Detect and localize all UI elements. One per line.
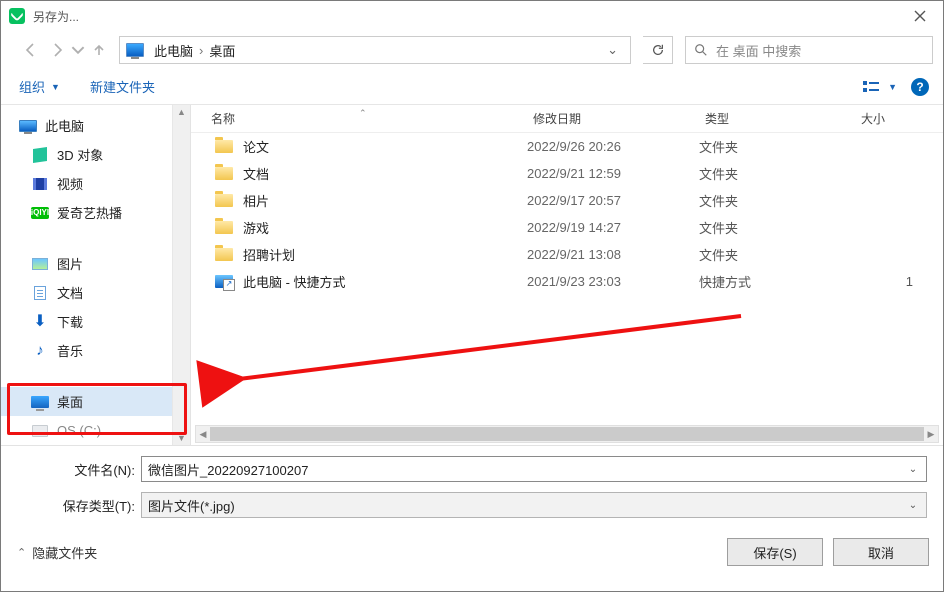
close-button[interactable] <box>897 1 943 31</box>
wechat-icon <box>9 8 25 24</box>
help-button[interactable]: ? <box>911 78 929 96</box>
pictures-icon <box>32 258 48 270</box>
cube-icon <box>33 147 47 163</box>
folder-icon <box>215 248 233 261</box>
tree-item-pictures[interactable]: 图片 <box>1 249 190 278</box>
breadcrumb-leaf[interactable]: 桌面 <box>205 39 239 62</box>
scroll-right-icon: ▶ <box>924 426 938 442</box>
tree-item-desktop[interactable]: 桌面 <box>1 387 190 416</box>
column-header-row: ⌃ 名称 修改日期 类型 大小 <box>191 105 943 133</box>
save-button[interactable]: 保存(S) <box>727 538 823 566</box>
download-icon: ⬇ <box>33 314 46 330</box>
tree-item-music[interactable]: ♪ 音乐 <box>1 336 190 365</box>
tree-item-documents[interactable]: 文档 <box>1 278 190 307</box>
organize-menu[interactable]: 组织▼ <box>15 73 64 100</box>
arrow-left-icon <box>23 42 39 58</box>
this-pc-icon <box>126 43 144 57</box>
view-mode-button[interactable]: ▼ <box>862 79 897 95</box>
hide-folders-toggle[interactable]: ⌃ 隐藏文件夹 <box>17 543 97 562</box>
arrow-right-icon <box>49 42 65 58</box>
file-row[interactable]: 相片2022/9/17 20:57文件夹 <box>191 187 943 214</box>
disk-icon <box>32 425 48 437</box>
address-dropdown[interactable]: ⌄ <box>599 42 626 58</box>
address-bar[interactable]: 此电脑 › 桌面 ⌄ <box>119 36 631 64</box>
iqiyi-icon: iQIYI <box>31 207 49 219</box>
file-list: ⌃ 名称 修改日期 类型 大小 论文2022/9/26 20:26文件夹文档20… <box>191 105 943 445</box>
footer: ⌃ 隐藏文件夹 保存(S) 取消 <box>1 528 943 578</box>
save-as-dialog: 另存为... 此电脑 › 桌面 ⌄ 在 桌面 中搜索 <box>0 0 944 592</box>
file-row[interactable]: 此电脑 - 快捷方式2021/9/23 23:03快捷方式1 <box>191 268 943 295</box>
nav-up-button[interactable] <box>87 38 111 62</box>
folder-icon <box>215 167 233 180</box>
column-header-size[interactable]: 大小 <box>855 110 943 127</box>
savetype-label: 保存类型(T): <box>17 496 141 515</box>
tree-item-os-drive[interactable]: OS (C:) <box>1 416 190 445</box>
column-header-type[interactable]: 类型 <box>699 110 855 127</box>
search-icon <box>694 43 708 57</box>
scroll-left-icon: ◀ <box>196 426 210 442</box>
form-area: 文件名(N): 微信图片_20220927100207 ⌄ 保存类型(T): 图… <box>1 446 943 518</box>
film-icon <box>33 178 47 190</box>
chevron-up-icon: ⌃ <box>17 546 26 559</box>
filename-input[interactable]: 微信图片_20220927100207 ⌄ <box>141 456 927 482</box>
chevron-down-icon <box>71 42 85 58</box>
chevron-down-icon: ▼ <box>51 82 60 92</box>
tree-item-3d-objects[interactable]: 3D 对象 <box>1 140 190 169</box>
column-header-date[interactable]: 修改日期 <box>527 110 699 127</box>
folder-icon <box>215 194 233 207</box>
file-row[interactable]: 招聘计划2022/9/21 13:08文件夹 <box>191 241 943 268</box>
chevron-down-icon: ▼ <box>888 82 897 92</box>
body: 此电脑 3D 对象 视频 iQIYI 爱奇艺热播 图片 文档 <box>1 105 943 445</box>
chevron-down-icon[interactable]: ⌄ <box>904 493 922 517</box>
file-row[interactable]: 文档2022/9/21 12:59文件夹 <box>191 160 943 187</box>
tree-item-videos[interactable]: 视频 <box>1 169 190 198</box>
refresh-button[interactable] <box>643 36 673 64</box>
column-header-name[interactable]: ⌃ 名称 <box>191 110 527 127</box>
nav-recent-dropdown[interactable] <box>71 38 85 62</box>
desktop-icon <box>31 396 49 408</box>
window-title: 另存为... <box>33 8 79 25</box>
arrow-up-icon <box>92 43 106 57</box>
document-icon <box>34 286 46 300</box>
close-icon <box>914 10 926 22</box>
refresh-icon <box>651 43 665 57</box>
tree-item-downloads[interactable]: ⬇ 下载 <box>1 307 190 336</box>
new-folder-button[interactable]: 新建文件夹 <box>86 73 159 100</box>
this-pc-icon <box>19 120 37 132</box>
filename-label: 文件名(N): <box>17 460 141 479</box>
title-bar: 另存为... <box>1 1 943 31</box>
tree-scrollbar[interactable]: ▲ ▼ <box>172 105 190 445</box>
shortcut-icon <box>215 275 233 288</box>
sort-asc-icon: ⌃ <box>359 108 367 119</box>
breadcrumb-root[interactable]: 此电脑 <box>150 39 197 62</box>
nav-back-button[interactable] <box>19 38 43 62</box>
cancel-button[interactable]: 取消 <box>833 538 929 566</box>
nav-forward-button[interactable] <box>45 38 69 62</box>
nav-tree: 此电脑 3D 对象 视频 iQIYI 爱奇艺热播 图片 文档 <box>1 105 191 445</box>
toolbar: 组织▼ 新建文件夹 ▼ ? <box>1 69 943 105</box>
search-placeholder: 在 桌面 中搜索 <box>716 41 801 60</box>
view-list-icon <box>862 79 884 95</box>
file-row[interactable]: 游戏2022/9/19 14:27文件夹 <box>191 214 943 241</box>
horizontal-scrollbar[interactable]: ◀ ▶ <box>195 425 939 443</box>
scrollbar-thumb[interactable] <box>210 427 924 441</box>
folder-icon <box>215 221 233 234</box>
music-icon: ♪ <box>36 342 44 359</box>
savetype-select[interactable]: 图片文件(*.jpg) ⌄ <box>141 492 927 518</box>
folder-icon <box>215 140 233 153</box>
chevron-down-icon[interactable]: ⌄ <box>904 457 922 481</box>
nav-row: 此电脑 › 桌面 ⌄ 在 桌面 中搜索 <box>1 31 943 69</box>
file-row[interactable]: 论文2022/9/26 20:26文件夹 <box>191 133 943 160</box>
search-input[interactable]: 在 桌面 中搜索 <box>685 36 933 64</box>
chevron-right-icon: › <box>199 43 203 58</box>
tree-item-this-pc[interactable]: 此电脑 <box>1 111 190 140</box>
tree-item-iqiyi[interactable]: iQIYI 爱奇艺热播 <box>1 198 190 227</box>
